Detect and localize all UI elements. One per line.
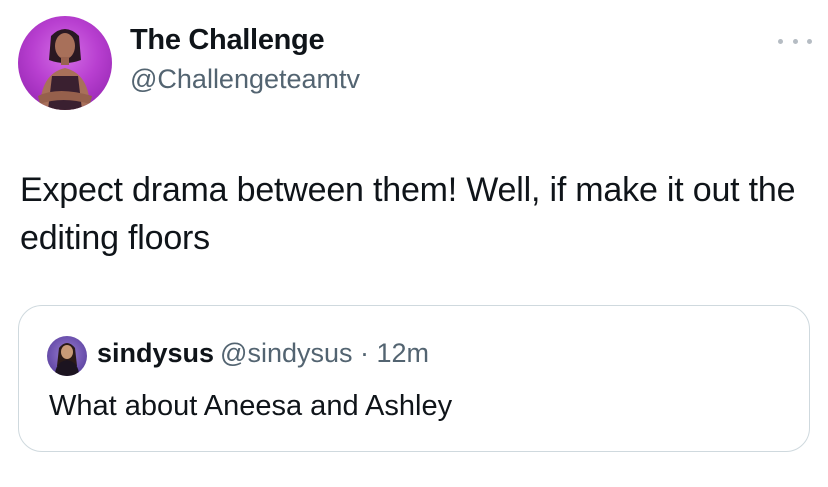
more-options-icon[interactable] xyxy=(778,30,812,52)
quoted-author-handle[interactable]: @sindysus xyxy=(220,338,352,368)
timestamp-separator: · xyxy=(352,338,377,368)
author-avatar[interactable] xyxy=(18,16,112,110)
quoted-tweet-card[interactable]: sindysus @sindysus · 12m What about Anees… xyxy=(18,305,810,452)
more-dot xyxy=(778,38,783,44)
more-dot xyxy=(807,38,812,44)
author-handle[interactable]: @Challengeteamtv xyxy=(130,64,360,95)
quoted-author-avatar[interactable] xyxy=(47,336,87,376)
author-name[interactable]: The Challenge xyxy=(130,24,325,57)
profile-photo-icon xyxy=(38,29,92,110)
quoted-tweet-text: What about Aneesa and Ashley xyxy=(49,390,453,422)
profile-photo-icon xyxy=(55,343,79,376)
quoted-author-name[interactable]: sindysus xyxy=(97,338,214,368)
tweet-text: Expect drama between them! Well, if make… xyxy=(20,171,796,257)
quoted-timestamp[interactable]: 12m xyxy=(377,338,430,368)
quoted-tweet-header: sindysus @sindysus · 12m xyxy=(97,338,429,369)
more-dot xyxy=(792,38,798,44)
